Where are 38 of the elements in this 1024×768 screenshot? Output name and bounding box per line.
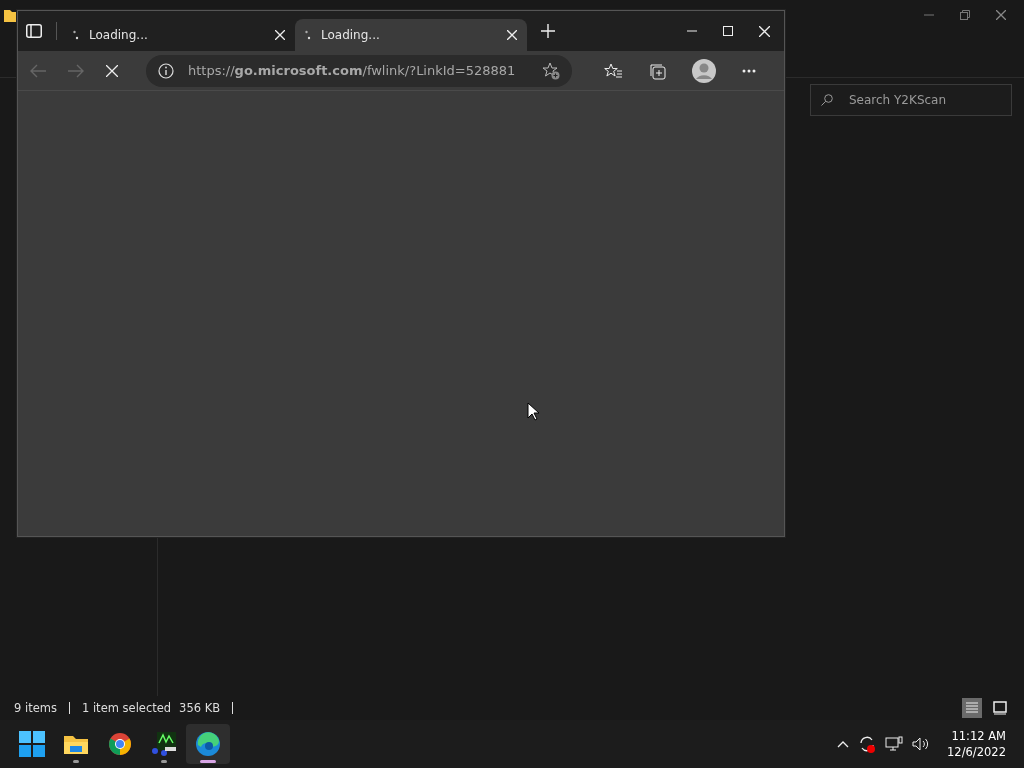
tab-actions-icon[interactable] xyxy=(26,24,42,38)
chrome-icon[interactable] xyxy=(108,732,132,756)
browser-tab[interactable]: Loading... xyxy=(63,19,295,51)
list-view-icon xyxy=(965,701,979,715)
windows-logo-icon[interactable] xyxy=(19,731,45,757)
new-tab-icon[interactable] xyxy=(541,24,555,38)
search-icon xyxy=(821,94,833,106)
favorites-icon[interactable] xyxy=(604,62,622,79)
collections-icon[interactable] xyxy=(648,61,666,80)
add-favorite-icon[interactable] xyxy=(542,61,560,80)
restore-icon[interactable] xyxy=(960,10,970,20)
volume-icon[interactable] xyxy=(912,736,931,752)
tiles-view-button[interactable] xyxy=(990,698,1010,718)
maximize-icon[interactable] xyxy=(723,25,733,36)
profile-avatar-icon[interactable] xyxy=(692,58,716,83)
info-icon[interactable] xyxy=(158,62,174,79)
address-bar[interactable]: https://go.microsoft.com/fwlink/?LinkId=528881 xyxy=(146,54,572,87)
loading-icon xyxy=(305,30,311,40)
chevron-up-icon[interactable] xyxy=(837,740,850,748)
stop-loading-icon[interactable] xyxy=(106,64,118,77)
tiles-view-icon xyxy=(993,701,1007,715)
taskbar-app[interactable] xyxy=(186,724,230,764)
close-tab-icon[interactable] xyxy=(275,30,285,40)
selection-size: 356 KB xyxy=(179,701,221,715)
network-icon[interactable] xyxy=(885,736,904,752)
clock[interactable]: 11:12 AM 12/6/2022 xyxy=(947,728,1006,760)
scanner-app-icon[interactable] xyxy=(151,731,177,757)
more-options-icon[interactable] xyxy=(742,68,756,73)
mouse-cursor-icon xyxy=(527,402,539,421)
close-tab-icon[interactable] xyxy=(507,30,517,40)
folder-icon[interactable] xyxy=(63,733,89,755)
selection-count: 1 item selected xyxy=(81,701,172,715)
loading-icon xyxy=(73,30,79,40)
browser-tab[interactable]: Loading... xyxy=(295,19,527,51)
edge-icon[interactable] xyxy=(195,731,221,757)
sync-icon[interactable] xyxy=(858,735,877,753)
search-field[interactable]: Search Y2KScan xyxy=(810,84,1012,116)
item-count: 9 items xyxy=(14,701,57,715)
